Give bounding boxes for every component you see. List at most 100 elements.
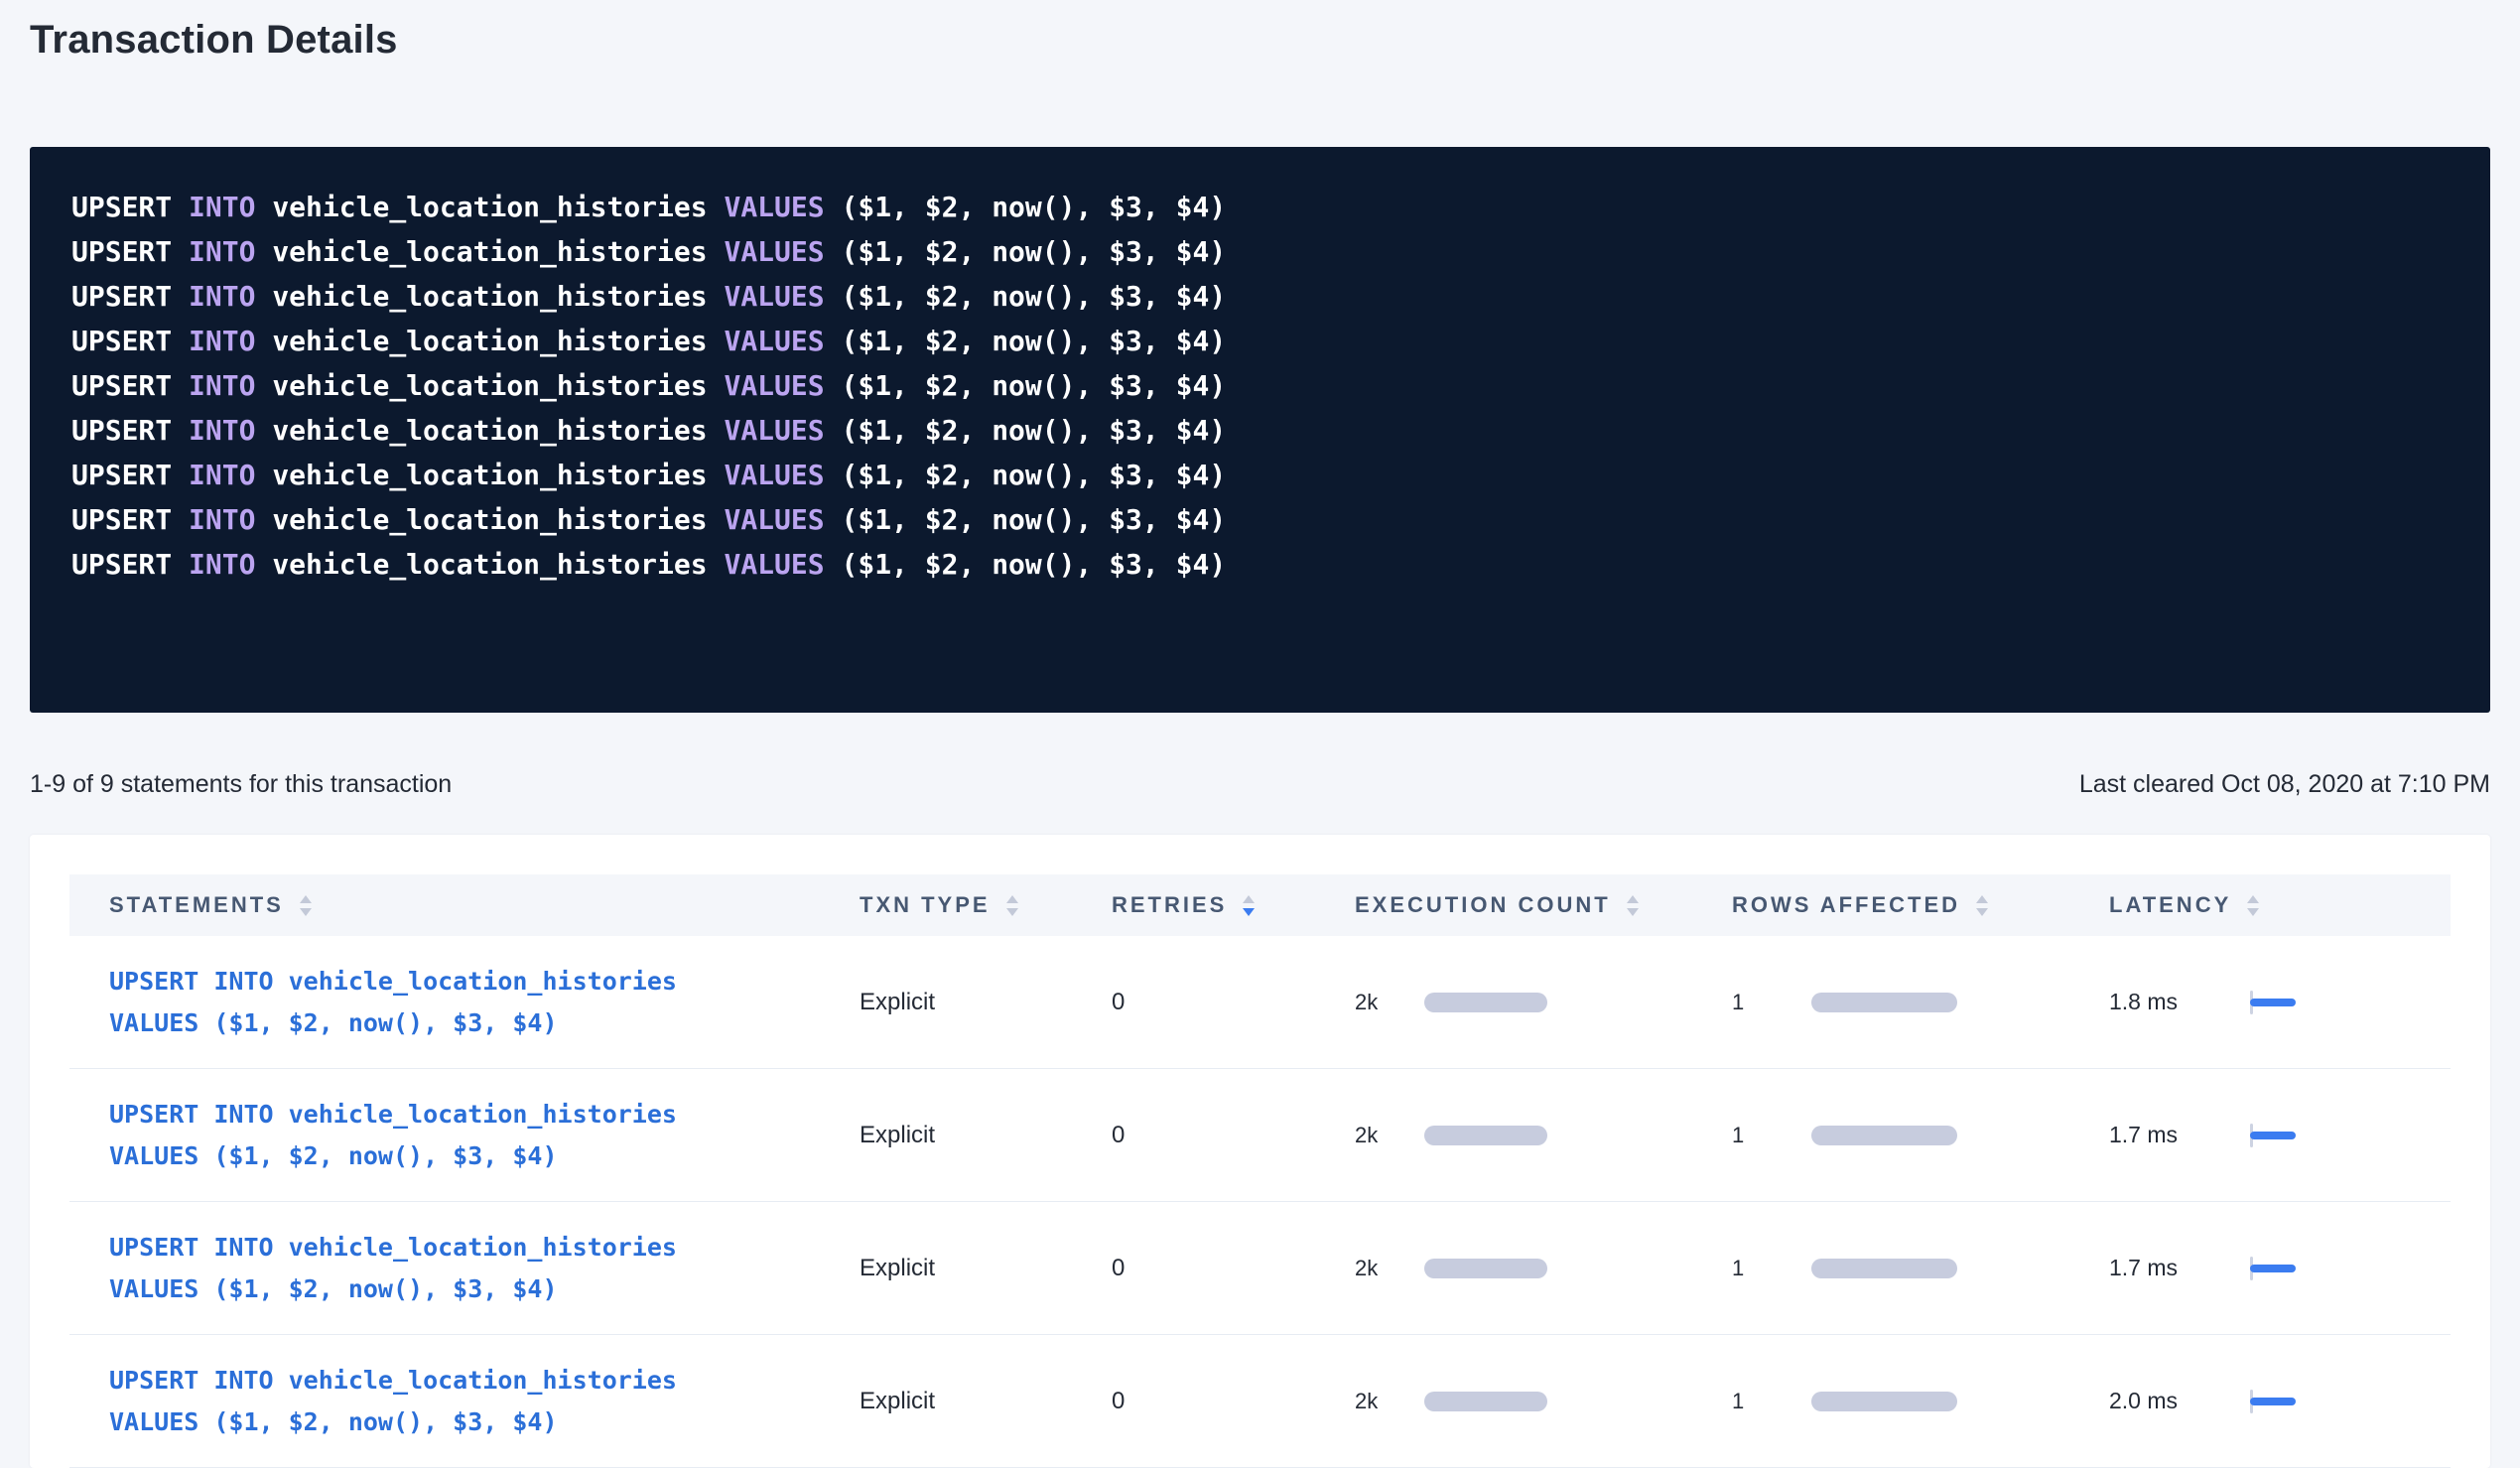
column-label: EXECUTION COUNT bbox=[1355, 892, 1611, 918]
sql-text: ($1, $2, now(), $3, $4) bbox=[841, 235, 1226, 268]
statement-text-line2: VALUES ($1, $2, now(), $3, $4) bbox=[109, 1401, 677, 1443]
last-cleared-timestamp: Last cleared Oct 08, 2020 at 7:10 PM bbox=[2079, 770, 2490, 799]
sql-statement-line: UPSERT INTO vehicle_location_histories V… bbox=[71, 319, 2449, 363]
sql-text: ($1, $2, now(), $3, $4) bbox=[841, 414, 1226, 447]
txn-type-cell: Explicit bbox=[860, 1388, 1112, 1415]
sql-keyword: INTO bbox=[189, 235, 272, 268]
sql-text: vehicle_location_histories bbox=[272, 191, 724, 223]
sort-arrows-icon bbox=[1976, 895, 1988, 916]
sql-keyword: INTO bbox=[189, 369, 272, 402]
column-header-rows-affected[interactable]: ROWS AFFECTED bbox=[1732, 892, 2109, 918]
latency-value: 1.8 ms bbox=[2109, 989, 2250, 1015]
sql-text: ($1, $2, now(), $3, $4) bbox=[841, 503, 1226, 536]
column-label: TXN TYPE bbox=[860, 892, 991, 918]
sql-keyword: VALUES bbox=[724, 548, 841, 581]
sql-text: ($1, $2, now(), $3, $4) bbox=[841, 548, 1226, 581]
statement-link[interactable]: UPSERT INTO vehicle_location_historiesVA… bbox=[109, 1094, 677, 1177]
sql-text: ($1, $2, now(), $3, $4) bbox=[841, 191, 1226, 223]
latency-value: 1.7 ms bbox=[2109, 1255, 2250, 1281]
statements-summary: 1-9 of 9 statements for this transaction bbox=[30, 770, 452, 799]
latency-bar-chart bbox=[2250, 1387, 2314, 1416]
sql-text: UPSERT bbox=[71, 280, 189, 313]
sql-statement-line: UPSERT INTO vehicle_location_histories V… bbox=[71, 274, 2449, 319]
sql-statement-line: UPSERT INTO vehicle_location_histories V… bbox=[71, 542, 2449, 587]
sql-text: vehicle_location_histories bbox=[272, 548, 724, 581]
sql-statement-line: UPSERT INTO vehicle_location_histories V… bbox=[71, 229, 2449, 274]
column-header-execution-count[interactable]: EXECUTION COUNT bbox=[1355, 892, 1732, 918]
sql-keyword: VALUES bbox=[724, 280, 841, 313]
execution-count-value: 2k bbox=[1355, 990, 1424, 1015]
execution-count-cell: 2k bbox=[1355, 1256, 1732, 1281]
execution-count-bar bbox=[1424, 1392, 1547, 1411]
transaction-sql-box: UPSERT INTO vehicle_location_histories V… bbox=[30, 147, 2490, 713]
transaction-details-page: Transaction Details UPSERT INTO vehicle_… bbox=[0, 0, 2520, 1468]
sql-keyword: INTO bbox=[189, 280, 272, 313]
column-header-txn-type[interactable]: TXN TYPE bbox=[860, 892, 1112, 918]
statement-row: UPSERT INTO vehicle_location_historiesVA… bbox=[69, 1335, 2451, 1468]
column-header-retries[interactable]: RETRIES bbox=[1112, 892, 1355, 918]
sql-text: vehicle_location_histories bbox=[272, 414, 724, 447]
retries-cell: 0 bbox=[1112, 1255, 1355, 1282]
sql-keyword: VALUES bbox=[724, 369, 841, 402]
column-label: RETRIES bbox=[1112, 892, 1227, 918]
statements-table-card: STATEMENTS TXN TYPE RETRIES EXECUTION COUNT… bbox=[30, 835, 2490, 1468]
sort-desc-icon bbox=[1006, 908, 1018, 916]
latency-cell: 1.7 ms bbox=[2109, 1254, 2451, 1283]
sql-statement-line: UPSERT INTO vehicle_location_histories V… bbox=[71, 497, 2449, 542]
rows-affected-bar bbox=[1811, 1259, 1957, 1278]
statement-link[interactable]: UPSERT INTO vehicle_location_historiesVA… bbox=[109, 1360, 677, 1443]
latency-bar-chart bbox=[2250, 1254, 2314, 1283]
rows-affected-cell: 1 bbox=[1732, 990, 2109, 1015]
statement-cell: UPSERT INTO vehicle_location_historiesVA… bbox=[69, 1094, 860, 1177]
sql-keyword: VALUES bbox=[724, 235, 841, 268]
sql-statement-line: UPSERT INTO vehicle_location_histories V… bbox=[71, 453, 2449, 497]
execution-count-cell: 2k bbox=[1355, 990, 1732, 1015]
sql-text: vehicle_location_histories bbox=[272, 503, 724, 536]
sort-arrows-icon bbox=[1627, 895, 1639, 916]
sort-asc-icon bbox=[1627, 895, 1639, 903]
sql-text: UPSERT bbox=[71, 369, 189, 402]
statements-table-header: STATEMENTS TXN TYPE RETRIES EXECUTION COUNT… bbox=[69, 874, 2451, 936]
txn-type-cell: Explicit bbox=[860, 1255, 1112, 1282]
sql-text: UPSERT bbox=[71, 325, 189, 357]
retries-cell: 0 bbox=[1112, 1388, 1355, 1415]
sql-statement-line: UPSERT INTO vehicle_location_histories V… bbox=[71, 363, 2449, 408]
retries-cell: 0 bbox=[1112, 1122, 1355, 1149]
statement-link[interactable]: UPSERT INTO vehicle_location_historiesVA… bbox=[109, 1227, 677, 1310]
sql-keyword: VALUES bbox=[724, 414, 841, 447]
sql-keyword: VALUES bbox=[724, 459, 841, 491]
column-header-statements[interactable]: STATEMENTS bbox=[69, 892, 860, 918]
latency-value: 1.7 ms bbox=[2109, 1122, 2250, 1148]
statement-cell: UPSERT INTO vehicle_location_historiesVA… bbox=[69, 961, 860, 1044]
sql-keyword: INTO bbox=[189, 548, 272, 581]
sql-text: UPSERT bbox=[71, 503, 189, 536]
sort-arrows-icon bbox=[2247, 895, 2259, 916]
statement-row: UPSERT INTO vehicle_location_historiesVA… bbox=[69, 1202, 2451, 1335]
execution-count-cell: 2k bbox=[1355, 1123, 1732, 1148]
sql-keyword: INTO bbox=[189, 503, 272, 536]
rows-affected-bar bbox=[1811, 993, 1957, 1012]
sql-text: vehicle_location_histories bbox=[272, 280, 724, 313]
statement-cell: UPSERT INTO vehicle_location_historiesVA… bbox=[69, 1360, 860, 1443]
sort-arrows-icon bbox=[1243, 895, 1255, 916]
column-header-latency[interactable]: LATENCY bbox=[2109, 892, 2451, 918]
sort-asc-icon bbox=[1006, 895, 1018, 903]
sql-text: ($1, $2, now(), $3, $4) bbox=[841, 325, 1226, 357]
execution-count-value: 2k bbox=[1355, 1123, 1424, 1148]
sql-keyword: INTO bbox=[189, 191, 272, 223]
execution-count-cell: 2k bbox=[1355, 1389, 1732, 1414]
sql-text: vehicle_location_histories bbox=[272, 235, 724, 268]
latency-bar bbox=[2250, 999, 2296, 1006]
statement-link[interactable]: UPSERT INTO vehicle_location_historiesVA… bbox=[109, 961, 677, 1044]
execution-count-bar bbox=[1424, 1126, 1547, 1145]
latency-bar-chart bbox=[2250, 988, 2314, 1017]
rows-affected-cell: 1 bbox=[1732, 1123, 2109, 1148]
sql-keyword: VALUES bbox=[724, 191, 841, 223]
sql-text: ($1, $2, now(), $3, $4) bbox=[841, 459, 1226, 491]
latency-bar bbox=[2250, 1265, 2296, 1272]
latency-value: 2.0 ms bbox=[2109, 1388, 2250, 1414]
sort-asc-icon bbox=[2247, 895, 2259, 903]
column-label: STATEMENTS bbox=[109, 892, 284, 918]
execution-count-bar bbox=[1424, 1259, 1547, 1278]
sql-text: UPSERT bbox=[71, 459, 189, 491]
